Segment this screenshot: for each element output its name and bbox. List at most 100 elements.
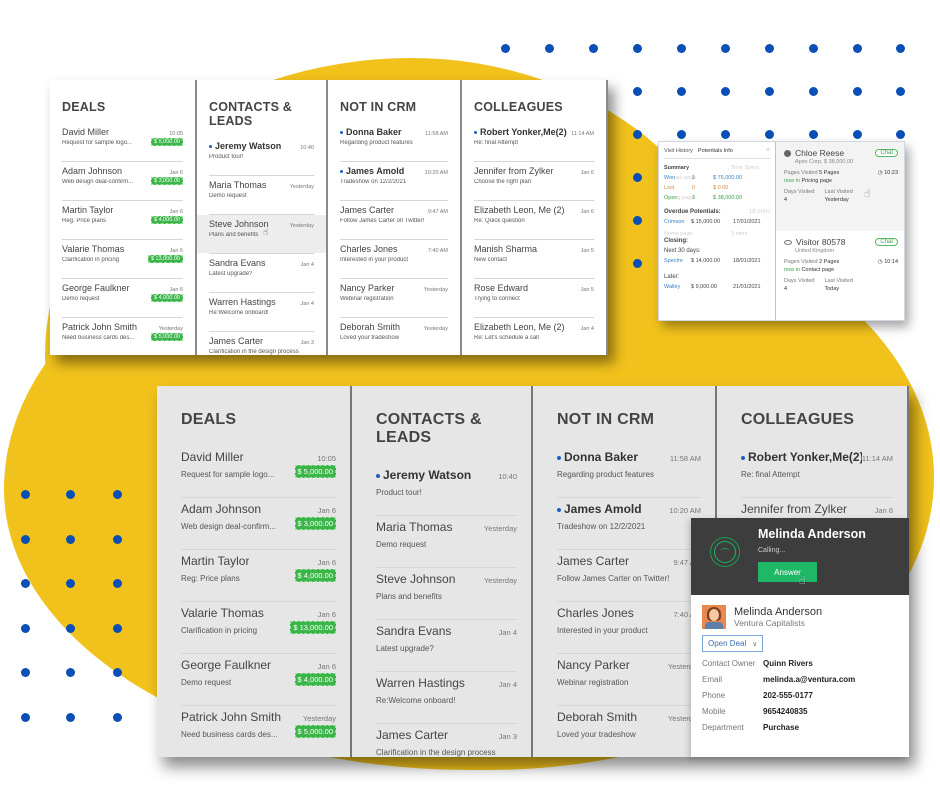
field-value[interactable]: melinda.a@ventura.com [763, 675, 855, 684]
list-item[interactable]: David Miller 10:05 Request for sample logo… [62, 123, 183, 161]
potential-row[interactable]: Spectre $ 14,000.00 18/01/2021 [664, 258, 770, 264]
hand-cursor-icon: ☝ [864, 188, 871, 200]
subject: Demo request [376, 540, 427, 549]
list-item[interactable]: Warren Hastings Jan 4 Re:Welcome onboard! [376, 672, 517, 723]
decorative-dot [113, 712, 122, 722]
decorative-dot [66, 668, 75, 677]
tab-potentials-info[interactable]: Potentials Info [698, 148, 733, 154]
chat-button[interactable]: Chat [875, 238, 898, 246]
list-item[interactable]: Steve Johnson Yesterday Plans and benefits [376, 568, 517, 619]
close-icon[interactable]: × [766, 147, 770, 154]
list-item[interactable]: James Amold 10:20 AM Tradeshow on 12/2/202… [557, 498, 701, 549]
list-item[interactable]: Nancy Parker Yesterday Webinar registratio… [340, 279, 448, 317]
list-item[interactable]: Martin Taylor Jan 6 Reg: Price plans $ 4,00… [62, 201, 183, 239]
list-item[interactable]: Maria Thomas Yesterday Demo request [376, 516, 517, 567]
timestamp: Jan 6 [317, 558, 336, 567]
visitor-item[interactable]: Chloe Reese Chat Apex Corp, $ 38,000,00 … [776, 142, 904, 231]
list-item[interactable]: Nancy Parker Yesterday Webinar registratio… [557, 654, 701, 705]
call-status: Calling... [758, 547, 786, 554]
decorative-dot [721, 87, 730, 96]
timestamp: 11:58 AM [669, 454, 701, 463]
list-item[interactable]: Rose Edward Jan 5 Trying to connect [474, 279, 594, 317]
list-item[interactable]: Maria Thomas Yesterday Demo request [209, 176, 314, 214]
deal-amount-badge: $ 4,000.00 [151, 293, 183, 302]
potentials-panel: Visit History Potentials Info × Summary … [659, 142, 776, 320]
field-value[interactable]: 202-555-0177 [763, 691, 813, 700]
list-item[interactable]: Deborah Smith Yesterday Loved your tradesh… [340, 318, 448, 356]
list-item[interactable]: James Carter 9:47 AM Follow James Carter o… [557, 550, 701, 601]
list-item[interactable]: Valarie Thomas Jan 6 Clarification in pric… [62, 240, 183, 278]
column-title: NOT IN CRM [557, 411, 655, 428]
list-item[interactable]: Warren Hastings Jan 4 Re:Welcome onboard! [209, 293, 314, 331]
list-item[interactable]: Donna Baker 11:58 AM Regarding product fea… [557, 446, 701, 497]
list-item[interactable]: Robert Yonker,Me(2) 11:14 AM Re: final Att… [741, 446, 893, 497]
list-item[interactable]: Steve Johnson Yesterday Plans and benefits… [197, 215, 326, 253]
list-item[interactable]: Charles Jones 7:40 AM Interested in your p… [340, 240, 448, 278]
contact-name: Jeremy Watson [209, 141, 281, 151]
list-item[interactable]: Elizabeth Leon, Me (2) Jan 6 Re: Quick que… [474, 201, 594, 239]
potential-row[interactable]: Crimson $ 15,000.00 17/01/2021 [664, 219, 770, 225]
contact-name: Charles Jones [340, 244, 398, 254]
field-value: Purchase [763, 723, 800, 732]
list-item[interactable]: James Carter 9:47 AM Follow James Carter o… [340, 201, 448, 239]
open-deal-dropdown[interactable]: Open Deal ∨ [702, 635, 764, 652]
list-item[interactable]: James Amold 10:20 AM Tradeshow on 12/2/202… [340, 162, 448, 200]
contact-name: James Carter [209, 336, 264, 346]
list-item[interactable]: Patrick John Smith Yesterday Need business… [181, 706, 336, 757]
column-title: CONTACTS & LEADS [209, 100, 293, 128]
subject: Interested in your product [557, 626, 648, 635]
column-contacts-leads: CONTACTS & LEADS Jeremy Watson 10:40 Produc… [352, 386, 533, 757]
subject: Re: Quick question [474, 218, 525, 224]
list-item[interactable]: Robert Yonker,Me(2) 11:14 AM Re: final Att… [474, 123, 594, 161]
subject: Latest upgrade? [209, 271, 253, 277]
potential-row[interactable]: Walley $ 9,000.00 21/01/2021 [664, 284, 770, 290]
unread-dot-icon [340, 131, 343, 135]
chat-button[interactable]: Chat [875, 149, 898, 157]
list-item[interactable]: Jennifer from ZylkerJan 6Choose the righ… [474, 162, 594, 200]
subject: Product tour! [376, 488, 422, 497]
contact-name: Manish Sharma [474, 244, 538, 254]
list-item[interactable]: David Miller 10:05 Request for sample logo… [181, 446, 336, 497]
list-item[interactable]: George Faulkner Jan 6 Demo request $ 4,000.… [62, 279, 183, 317]
list-item[interactable]: James Carter Jan 3 Clarification in the de… [209, 332, 314, 370]
contact-name[interactable]: Melinda Anderson [734, 606, 822, 618]
list-item[interactable]: Manish Sharma Jan 5 New contact [474, 240, 594, 278]
contact-name: Martin Taylor [181, 554, 250, 568]
subject: Re: Let's schedule a call [474, 335, 539, 341]
list-item[interactable]: Adam Johnson Jan 6 Web design deal-confirm… [181, 498, 336, 549]
list-item[interactable]: George Faulkner Jan 6 Demo request $ 4,000.… [181, 654, 336, 705]
contact-name: Donna Baker [340, 127, 402, 137]
list-item[interactable]: Sandra Evans Jan 4 Latest upgrade? [376, 620, 517, 671]
contact-name: Valarie Thomas [62, 244, 125, 254]
list-item[interactable]: Elizabeth Leon, Me (2) Jan 4 Re: Let's sch… [474, 318, 594, 356]
crm-inbox-card-top: DEALS David Miller 10:05 Request for sample… [50, 80, 608, 355]
contact-name: Nancy Parker [557, 658, 630, 672]
column-title: NOT IN CRM [340, 100, 417, 114]
field-value[interactable]: 9654240835 [763, 707, 808, 716]
list-item[interactable]: Sandra Evans Jan 4 Latest upgrade? [209, 254, 314, 292]
decorative-dot [21, 623, 30, 633]
list-item[interactable]: Jeremy Watson 10:40 Product tour! [209, 137, 314, 175]
subject: Re:Welcome onboard! [376, 696, 456, 705]
timestamp: Jan 6 [317, 506, 336, 515]
list-item[interactable]: Jeremy Watson 10:40 Product tour! [376, 464, 517, 515]
decorative-dot [66, 579, 75, 588]
list-item[interactable]: Martin Taylor Jan 6 Reg: Price plans $ 4,00… [181, 550, 336, 601]
visitor-item[interactable]: Visitor 80578 Chat United Kingdom Pages … [776, 231, 904, 298]
subject: Clarification in pricing [62, 257, 120, 263]
list-item[interactable]: Valarie Thomas Jan 6 Clarification in pric… [181, 602, 336, 653]
deal-amount-badge: $ 4,000.00 [294, 673, 336, 686]
answer-button[interactable]: Answer [758, 562, 817, 582]
list-item[interactable]: Donna Baker 11:58 AM Regarding product fea… [340, 123, 448, 161]
list-item[interactable]: Deborah Smith Yesterday Loved your tradesh… [557, 706, 701, 757]
tab-visit-history[interactable]: Visit History [664, 148, 693, 154]
deal-amount-badge: $ 5,000.00 [294, 465, 336, 478]
list-item[interactable]: Charles Jones 7:40 AM Interested in your p… [557, 602, 701, 653]
unread-dot-icon [340, 170, 343, 174]
list-item[interactable]: James Carter Jan 3 Clarification in the de… [376, 724, 517, 775]
subject: Request for sample logo... [181, 470, 275, 479]
column-title: COLLEAGUES [741, 411, 855, 428]
list-item[interactable]: Adam Johnson Jan 6 Web design deal-confirm… [62, 162, 183, 200]
list-item[interactable]: Patrick John Smith Yesterday Need business… [62, 318, 183, 356]
summary-row-lost: Lost 0 $ 0.00 [664, 185, 729, 191]
